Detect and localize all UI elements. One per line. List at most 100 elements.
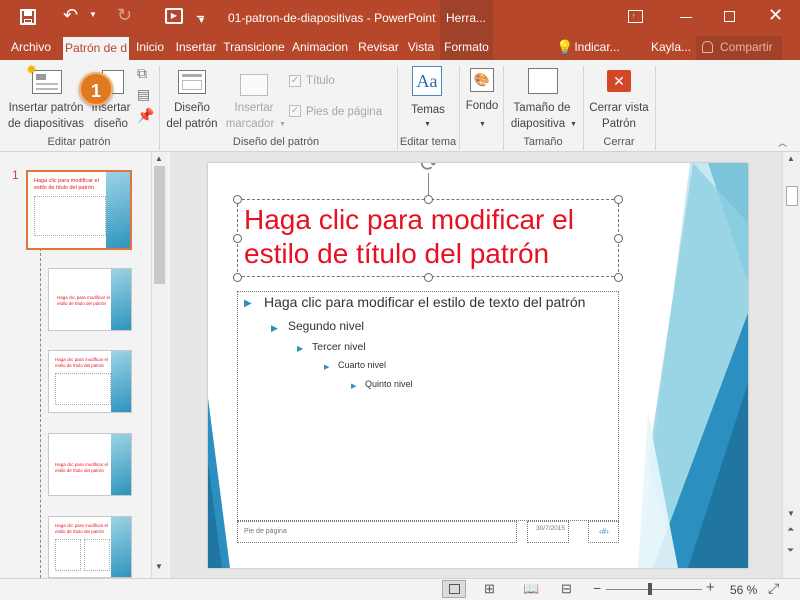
- level-5-text: Quinto nivel: [365, 379, 413, 389]
- insert-placeholder-icon: [240, 74, 268, 96]
- thumbnail-layout-4[interactable]: Haga clic para modificar el estilo de tí…: [48, 516, 132, 578]
- minimize-icon[interactable]: [680, 17, 692, 18]
- level-1-text: Haga clic para modificar el estilo de te…: [264, 294, 586, 310]
- close-window-icon[interactable]: ✕: [768, 5, 783, 26]
- scroll-down-icon[interactable]: ▼: [155, 562, 163, 571]
- starburst-icon: ✹: [26, 62, 37, 77]
- undo-dropdown-icon[interactable]: ▼: [89, 10, 97, 19]
- slideshow-view-icon[interactable]: ⊟: [561, 581, 572, 597]
- thumbnail-master[interactable]: Haga clic para modificar el estilo de tí…: [26, 170, 132, 250]
- tab-vista[interactable]: Vista: [404, 36, 438, 60]
- tab-insertar[interactable]: Insertar: [171, 36, 221, 60]
- background-button[interactable]: 🎨 Fondo ▼: [462, 64, 502, 132]
- editor-scrollbar[interactable]: ▲ ▼ ⏶ ⏷: [782, 152, 800, 578]
- body-placeholder[interactable]: ▶ Haga clic para modificar el estilo de …: [237, 291, 619, 521]
- title-checkbox[interactable]: ✓: [289, 75, 301, 87]
- reading-view-icon[interactable]: 📖: [523, 581, 539, 597]
- date-placeholder[interactable]: 30/7/2015: [527, 521, 569, 543]
- footer-placeholder[interactable]: Pie de página: [237, 521, 517, 543]
- editor-scroll-down-icon[interactable]: ▼: [787, 509, 795, 518]
- zoom-level[interactable]: 56 %: [730, 583, 757, 597]
- master-layout-button[interactable]: Diseño del patrón: [162, 64, 222, 132]
- slide-number-text: ‹#›: [599, 527, 609, 536]
- zoom-slider-thumb[interactable]: [648, 583, 652, 595]
- resize-handle[interactable]: [233, 195, 242, 204]
- fit-slide-icon[interactable]: ⤢: [768, 580, 779, 597]
- insert-master-button[interactable]: ✹ Insertar patrón de diapositivas: [4, 62, 88, 132]
- close-master-label-2: Patrón: [602, 118, 636, 130]
- slide-size-button[interactable]: Tamaño de diapositiva ▼: [506, 64, 578, 132]
- preserve-icon[interactable]: 📌: [137, 107, 154, 124]
- resize-handle[interactable]: [233, 234, 242, 243]
- slideshow-icon[interactable]: ▶: [165, 8, 183, 24]
- group-label-editar-tema: Editar tema: [399, 136, 457, 148]
- normal-view-icon[interactable]: [442, 580, 466, 598]
- tab-patron-diapositivas[interactable]: Patrón de d: [63, 37, 129, 60]
- person-icon: [702, 41, 713, 53]
- slide-sorter-icon[interactable]: ⊞: [484, 581, 495, 597]
- editor-scroll-thumb[interactable]: [786, 186, 798, 206]
- share-button[interactable]: Compartir: [696, 36, 782, 60]
- resize-handle[interactable]: [424, 273, 433, 282]
- scroll-thumb[interactable]: [154, 166, 165, 284]
- tab-animaciones[interactable]: Animacion: [287, 36, 353, 60]
- bullet-icon: ▶: [351, 383, 357, 390]
- rotate-handle-icon[interactable]: ⟳: [420, 163, 438, 177]
- insert-master-label-1: Insertar patrón: [8, 102, 84, 114]
- background-label: Fondo: [465, 100, 499, 112]
- level-2-text: Segundo nivel: [288, 319, 365, 333]
- tab-formato[interactable]: Formato: [440, 36, 493, 60]
- thumbnail-layout-2[interactable]: Haga clic para modificar el estilo de tí…: [48, 350, 132, 413]
- level-4-text: Cuarto nivel: [338, 360, 387, 370]
- insert-layout-label-2: diseño: [94, 118, 128, 130]
- group-separator: [655, 66, 656, 150]
- title-placeholder[interactable]: Haga clic para modificar el estilo de tí…: [237, 199, 619, 277]
- bullet-icon: ▶: [324, 364, 330, 371]
- collapse-ribbon-icon[interactable]: ︿: [778, 136, 787, 149]
- insert-placeholder-label-2: marcador: [225, 118, 275, 130]
- prev-slide-icon[interactable]: ⏶: [787, 524, 794, 535]
- background-icon: 🎨: [470, 68, 494, 92]
- slide-canvas[interactable]: ⟳ Haga clic para modificar el estilo de …: [208, 163, 748, 568]
- close-master-view-button[interactable]: ✕ Cerrar vista Patrón: [586, 64, 652, 132]
- scroll-up-icon[interactable]: ▲: [155, 154, 163, 163]
- tell-me-search[interactable]: Indicar...: [572, 36, 622, 60]
- zoom-slider[interactable]: [606, 589, 702, 590]
- tab-revisar[interactable]: Revisar: [355, 36, 402, 60]
- resize-handle[interactable]: [614, 195, 623, 204]
- resize-handle[interactable]: [424, 195, 433, 204]
- user-name[interactable]: Kayla...: [650, 36, 692, 60]
- resize-handle[interactable]: [614, 234, 623, 243]
- zoom-out-icon[interactable]: −: [593, 580, 601, 596]
- footer-checkbox[interactable]: ✓: [289, 105, 301, 117]
- next-slide-icon[interactable]: ⏷: [787, 545, 794, 556]
- ribbon-display-icon[interactable]: ↑: [628, 10, 643, 23]
- group-label-editar-patron: Editar patrón: [47, 136, 111, 148]
- slide-size-icon: [528, 68, 558, 94]
- bullet-icon: ▶: [271, 323, 278, 333]
- delete-slide-icon[interactable]: ⧉: [137, 65, 147, 82]
- maximize-icon[interactable]: [724, 11, 735, 22]
- redo-icon[interactable]: ↻: [117, 5, 132, 26]
- zoom-in-icon[interactable]: +: [706, 579, 715, 596]
- resize-handle[interactable]: [614, 273, 623, 282]
- tab-transiciones[interactable]: Transicione: [223, 36, 285, 60]
- close-master-label-1: Cerrar vista: [589, 102, 649, 114]
- background-dropdown-icon: ▼: [479, 121, 486, 128]
- thumbnails-scrollbar[interactable]: ▲ ▼: [151, 152, 167, 578]
- resize-handle[interactable]: [233, 273, 242, 282]
- thumbnail-layout-1[interactable]: Haga clic para modificar el estilo de tí…: [48, 268, 132, 331]
- tab-inicio[interactable]: Inicio: [131, 36, 169, 60]
- undo-icon[interactable]: ↶: [63, 5, 78, 26]
- thumbnail-layout-3[interactable]: Haga clic para modificar el estilo de tí…: [48, 433, 132, 496]
- save-icon[interactable]: [20, 9, 36, 25]
- qat-customize-icon[interactable]: ▁ ▼: [197, 8, 206, 25]
- insert-placeholder-button[interactable]: Insertar marcador ▼: [222, 64, 286, 132]
- tab-archivo[interactable]: Archivo: [4, 36, 58, 60]
- rename-icon[interactable]: ▤: [137, 86, 150, 103]
- themes-label: Temas: [411, 104, 445, 116]
- editor-scroll-up-icon[interactable]: ▲: [787, 154, 795, 163]
- lightbulb-icon: 💡: [556, 39, 574, 55]
- slide-number-placeholder[interactable]: ‹#›: [588, 521, 619, 543]
- themes-button[interactable]: Aa Temas ▼: [402, 64, 454, 132]
